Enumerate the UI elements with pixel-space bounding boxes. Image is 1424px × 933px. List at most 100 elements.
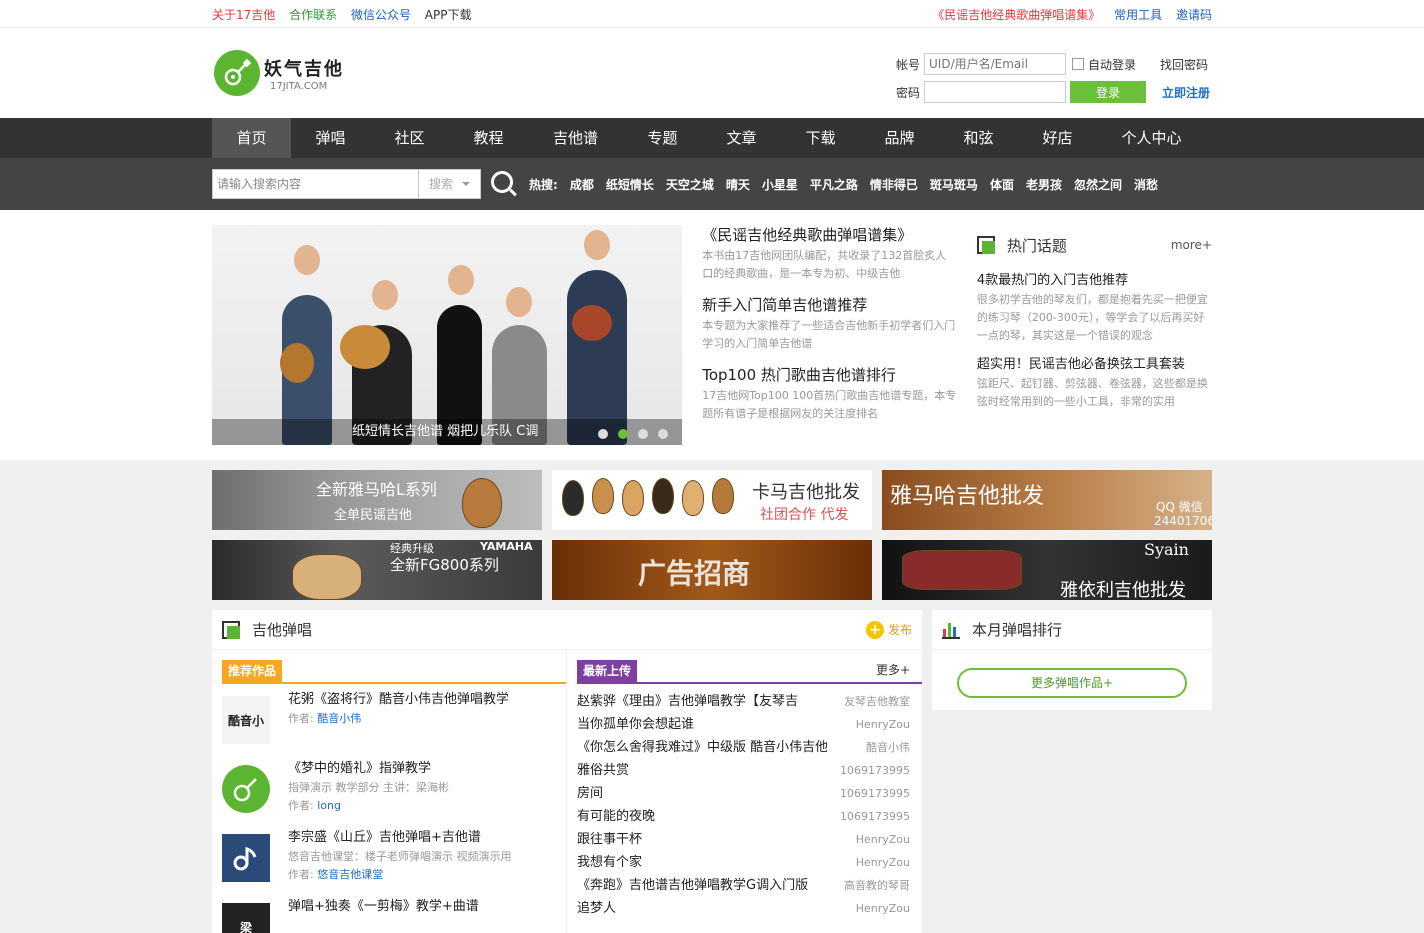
work-title[interactable]: 花粥《盗将行》酷音小伟吉他弹唱教学 — [288, 690, 509, 710]
about-link[interactable]: 关于17吉他 — [212, 8, 275, 22]
upload-title[interactable]: 我想有个家 — [577, 851, 642, 874]
list-item[interactable]: 《梦中的婚礼》指弹教学 指弹演示 教学部分 主讲：梁海彬 作者: long — [222, 759, 566, 828]
upload-title[interactable]: 《你怎么舍得我难过》中级版 酷音小伟吉他 — [577, 736, 827, 759]
app-download-link[interactable]: APP下载 — [425, 8, 472, 22]
hot-search-item[interactable]: 晴天 — [726, 176, 750, 193]
upload-user[interactable]: HenryZou — [856, 897, 910, 920]
topic-item[interactable]: 超实用！民谣吉他必备换弦工具套装 弦距尺、起钉器、剪弦器、卷弦器，这些都是换弦时… — [977, 355, 1212, 411]
featured-item[interactable]: 新手入门简单吉他谱推荐 本专题为大家推荐了一些适合吉他新手初学者们入门学习的入门… — [702, 295, 957, 353]
work-title[interactable]: 弹唱+独奏《一剪梅》教学+曲谱 — [288, 897, 479, 917]
upload-row[interactable]: 《奔跑》吉他谱吉他弹唱教学G调入门版 高音教的琴哥 — [577, 874, 922, 897]
hot-search-item[interactable]: 平凡之路 — [810, 176, 858, 193]
wechat-link[interactable]: 微信公众号 — [351, 8, 411, 22]
songbook-link[interactable]: 《民谣吉他经典歌曲弹唱谱集》 — [932, 8, 1100, 22]
contact-link[interactable]: 合作联系 — [289, 8, 337, 22]
nav-tutorial[interactable]: 教程 — [449, 118, 528, 158]
upload-title[interactable]: 房间 — [577, 782, 603, 805]
featured-item[interactable]: 《民谣吉他经典歌曲弹唱谱集》 本书由17吉他网团队编配，共收录了132首脍炙人口… — [702, 225, 957, 283]
upload-title[interactable]: 追梦人 — [577, 897, 616, 920]
search-icon[interactable] — [489, 169, 519, 199]
upload-user[interactable]: HenryZou — [856, 828, 910, 851]
upload-row[interactable]: 当你孤单你会想起谁 HenryZou — [577, 713, 922, 736]
carousel-dot[interactable] — [618, 429, 629, 439]
topic-item[interactable]: 4款最热门的入门吉他推荐 很多初学吉他的琴友们，都是抱着先买一把便宜的练习琴（2… — [977, 271, 1212, 345]
ad-yamaha-fg800[interactable]: 经典升级 全新FG800系列 YAMAHA — [212, 540, 542, 600]
list-item[interactable]: 李宗盛《山丘》吉他弹唱+吉他谱 悠音吉他课堂：楼子老师弹唱演示 视频演示用 作者… — [222, 828, 566, 897]
nav-articles[interactable]: 文章 — [702, 118, 781, 158]
guitar-logo-icon[interactable] — [222, 765, 270, 813]
nav-topics[interactable]: 专题 — [623, 118, 702, 158]
uploads-more-link[interactable]: 更多+ — [876, 661, 910, 678]
hot-search-item[interactable]: 忽然之间 — [1074, 176, 1122, 193]
publish-button[interactable]: + 发布 — [865, 620, 912, 639]
upload-user[interactable]: 高音教的琴哥 — [844, 874, 910, 897]
hot-search-item[interactable]: 斑马斑马 — [930, 176, 978, 193]
upload-user[interactable]: HenryZou — [856, 851, 910, 874]
nav-brands[interactable]: 品牌 — [860, 118, 939, 158]
ad-advertise-here[interactable]: 广告招商 — [552, 540, 872, 600]
upload-title[interactable]: 雅俗共赏 — [577, 759, 629, 782]
search-type-select[interactable]: 搜索 — [419, 169, 481, 199]
featured-item[interactable]: Top100 热门歌曲吉他谱排行 17吉他网Top100 100首热门歌曲吉他谱… — [702, 365, 957, 423]
upload-row[interactable]: 追梦人 HenryZou — [577, 897, 922, 920]
hot-search-item[interactable]: 体面 — [990, 176, 1014, 193]
upload-row[interactable]: 雅俗共赏 1069173995 — [577, 759, 922, 782]
work-author[interactable]: 酷音小伟 — [317, 712, 361, 725]
work-author[interactable]: 悠音吉他课堂 — [317, 868, 383, 881]
tools-link[interactable]: 常用工具 — [1114, 8, 1162, 22]
upload-title[interactable]: 《奔跑》吉他谱吉他弹唱教学G调入门版 — [577, 874, 808, 897]
list-item[interactable]: 酷音小 花粥《盗将行》酷音小伟吉他弹唱教学 作者: 酷音小伟 — [222, 690, 566, 759]
music-note-icon[interactable] — [222, 834, 270, 882]
nav-download[interactable]: 下载 — [781, 118, 860, 158]
work-thumbnail[interactable]: 酷音小 — [222, 696, 270, 744]
search-input[interactable]: 请输入搜索内容 — [212, 169, 419, 199]
work-author[interactable]: long — [317, 799, 341, 812]
ad-yayili-wholesale[interactable]: Syain 雅依利吉他批发 — [882, 540, 1212, 600]
more-strum-works-button[interactable]: 更多弹唱作品+ — [957, 668, 1187, 698]
upload-row[interactable]: 有可能的夜晚 1069173995 — [577, 805, 922, 828]
upload-user[interactable]: 酷音小伟 — [866, 736, 910, 759]
featured-title[interactable]: 《民谣吉他经典歌曲弹唱谱集》 — [702, 225, 957, 245]
upload-row[interactable]: 房间 1069173995 — [577, 782, 922, 805]
upload-user[interactable]: 1069173995 — [840, 782, 910, 805]
nav-home[interactable]: 首页 — [212, 118, 291, 158]
nav-shops[interactable]: 好店 — [1018, 118, 1097, 158]
hot-search-item[interactable]: 天空之城 — [666, 176, 714, 193]
password-input[interactable] — [924, 81, 1066, 103]
banner-carousel[interactable]: 纸短情长吉他谱 烟把儿乐队 C调 — [212, 225, 683, 445]
upload-user[interactable]: 1069173995 — [840, 759, 910, 782]
topic-title[interactable]: 4款最热门的入门吉他推荐 — [977, 271, 1212, 291]
carousel-dot[interactable] — [658, 429, 669, 439]
find-password-link[interactable]: 找回密码 — [1160, 56, 1208, 73]
invite-code-link[interactable]: 邀请码 — [1176, 8, 1212, 22]
hot-topics-more-link[interactable]: more+ — [1171, 238, 1212, 252]
upload-title[interactable]: 赵紫骅《理由》吉他弹唱教学【友琴吉 — [577, 690, 798, 713]
nav-user-center[interactable]: 个人中心 — [1097, 118, 1206, 158]
upload-title[interactable]: 有可能的夜晚 — [577, 805, 655, 828]
hot-search-item[interactable]: 消愁 — [1134, 176, 1158, 193]
upload-user[interactable]: 1069173995 — [840, 805, 910, 828]
ad-yamaha-wholesale[interactable]: 雅马哈吉他批发 QQ 微信 24401706 — [882, 470, 1212, 530]
register-link[interactable]: 立即注册 — [1162, 84, 1210, 101]
ad-yamaha-l-series[interactable]: 全新雅马哈L系列 全单民谣吉他 — [212, 470, 542, 530]
upload-row[interactable]: 我想有个家 HenryZou — [577, 851, 922, 874]
nav-community[interactable]: 社区 — [370, 118, 449, 158]
hot-search-item[interactable]: 情非得已 — [870, 176, 918, 193]
work-title[interactable]: 《梦中的婚礼》指弹教学 — [288, 759, 449, 779]
topic-title[interactable]: 超实用！民谣吉他必备换弦工具套装 — [977, 355, 1212, 375]
work-thumbnail[interactable]: 梁 — [222, 903, 270, 933]
hot-search-item[interactable]: 老男孩 — [1026, 176, 1062, 193]
upload-user[interactable]: HenryZou — [856, 713, 910, 736]
featured-title[interactable]: Top100 热门歌曲吉他谱排行 — [702, 365, 957, 385]
nav-chords[interactable]: 和弦 — [939, 118, 1018, 158]
carousel-dot[interactable] — [638, 429, 649, 439]
nav-strum[interactable]: 弹唱 — [291, 118, 370, 158]
upload-row[interactable]: 《你怎么舍得我难过》中级版 酷音小伟吉他 酷音小伟 — [577, 736, 922, 759]
ad-kama-wholesale[interactable]: 卡马吉他批发 社团合作 代发 — [552, 470, 872, 530]
upload-row[interactable]: 跟往事干杯 HenryZou — [577, 828, 922, 851]
upload-row[interactable]: 赵紫骅《理由》吉他弹唱教学【友琴吉 友琴吉他教室 — [577, 690, 922, 713]
upload-title[interactable]: 跟往事干杯 — [577, 828, 642, 851]
featured-title[interactable]: 新手入门简单吉他谱推荐 — [702, 295, 957, 315]
list-item[interactable]: 梁 弹唱+独奏《一剪梅》教学+曲谱 — [222, 897, 566, 933]
hot-search-item[interactable]: 成都 — [570, 176, 594, 193]
